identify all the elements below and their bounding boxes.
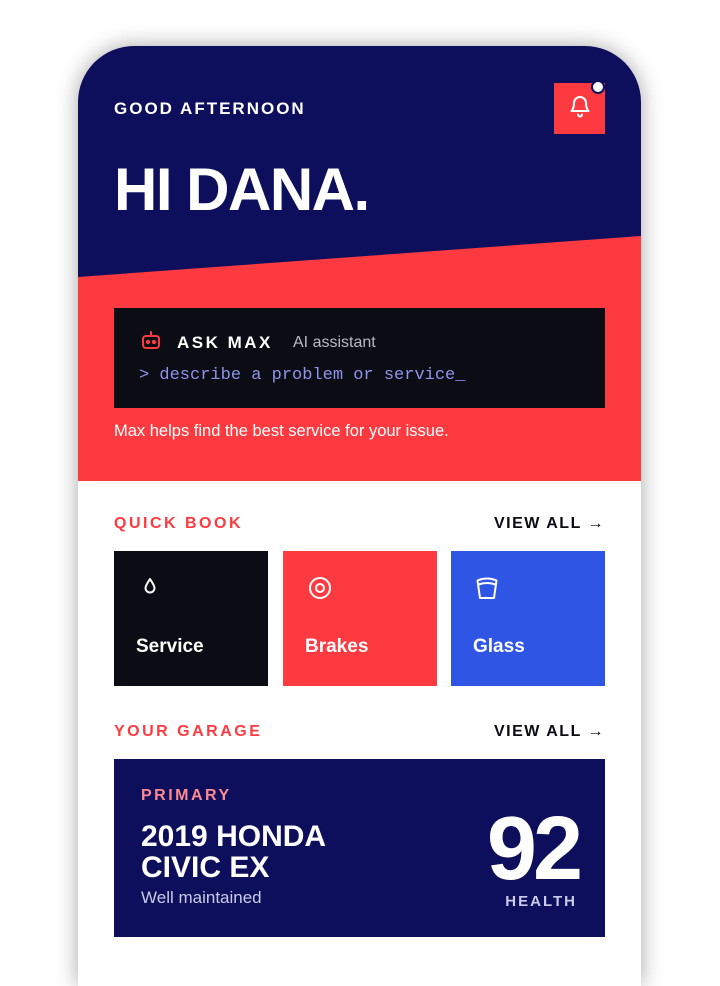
primary-tag: PRIMARY: [141, 787, 232, 804]
oil-drop-icon: [138, 575, 162, 604]
bell-icon: [568, 94, 592, 123]
phone-frame: GOOD AFTERNOON HI DANA. ASK MAX AI assis…: [78, 46, 641, 986]
assistant-helper-text: Max helps find the best service for your…: [114, 422, 449, 440]
garage-view-all-link[interactable]: VIEW ALL →: [494, 723, 605, 741]
windshield-icon: [475, 575, 499, 606]
tile-label: Brakes: [305, 636, 369, 657]
your-garage-label: YOUR GARAGE: [114, 723, 263, 740]
unread-dot: [591, 80, 605, 94]
robot-icon: [140, 330, 162, 357]
brake-disc-icon: [307, 575, 333, 606]
quick-book-tile-glass[interactable]: Glass: [451, 551, 605, 686]
health-label: HEALTH: [505, 893, 577, 910]
page-title: HI DANA.: [114, 156, 370, 223]
health-score: 92: [486, 799, 583, 899]
quick-book-tile-service[interactable]: Service: [114, 551, 268, 686]
hero-header: GOOD AFTERNOON HI DANA. ASK MAX AI assis…: [78, 46, 641, 481]
ask-max-title: ASK MAX: [177, 333, 273, 352]
tile-label: Service: [136, 636, 204, 657]
vehicle-card[interactable]: PRIMARY 2019 HONDA CIVIC EX Well maintai…: [114, 759, 605, 937]
tile-label: Glass: [473, 636, 525, 657]
quick-book-label: QUICK BOOK: [114, 515, 243, 532]
greeting-text: GOOD AFTERNOON: [114, 99, 306, 118]
vehicle-status: Well maintained: [141, 888, 262, 907]
quick-book-view-all-link[interactable]: VIEW ALL →: [494, 515, 605, 533]
quick-book-tile-brakes[interactable]: Brakes: [283, 551, 437, 686]
vehicle-name: 2019 HONDA CIVIC EX: [141, 820, 325, 884]
ask-max-input[interactable]: ASK MAX AI assistant > describe a proble…: [114, 308, 605, 408]
ask-max-prompt: > describe a problem or service_: [139, 366, 466, 385]
ask-max-subtitle: AI assistant: [293, 334, 376, 351]
